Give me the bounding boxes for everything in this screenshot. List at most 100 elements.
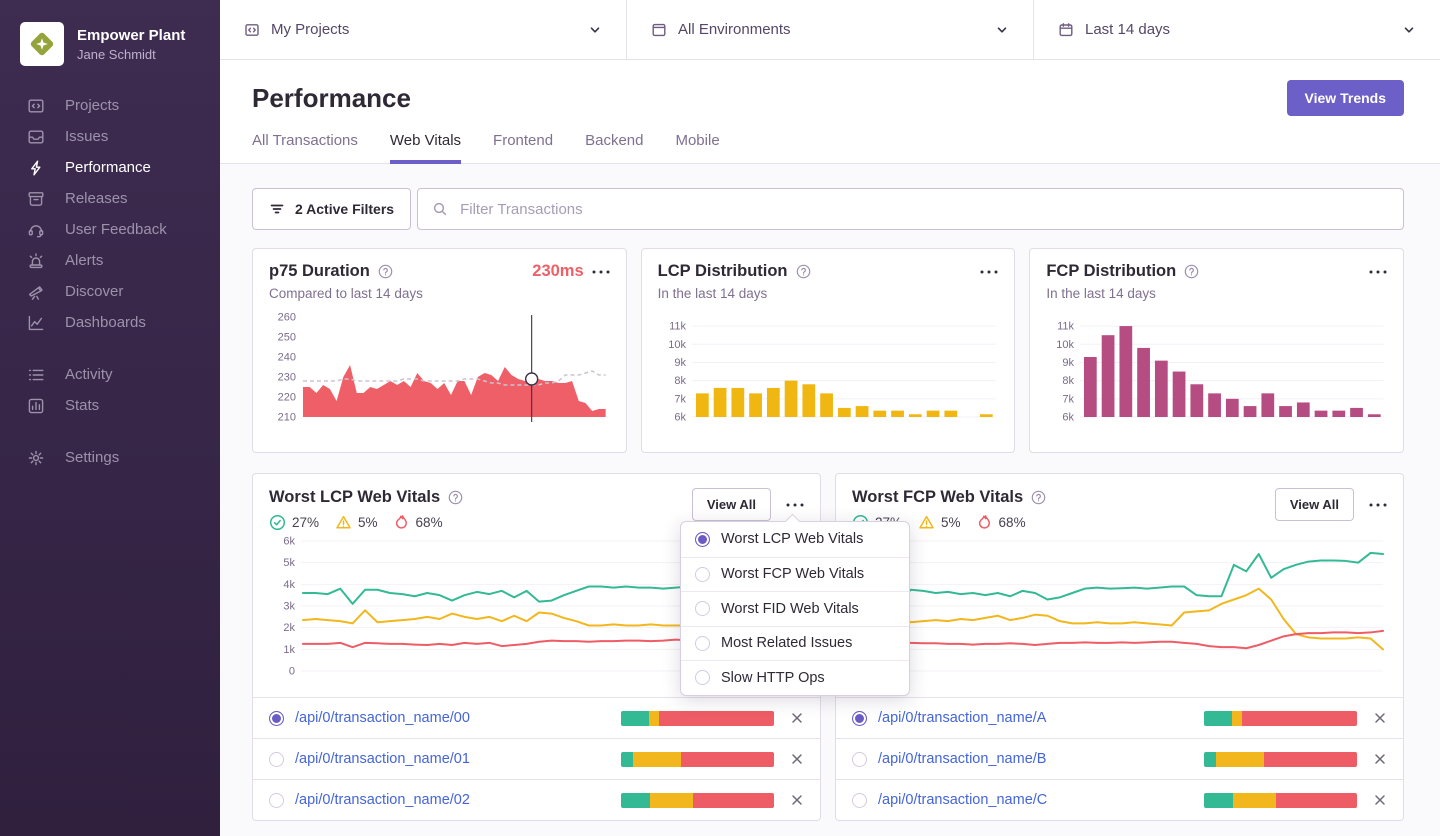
- sidebar-item-stats[interactable]: Stats: [0, 390, 220, 421]
- p75-duration-card: p75 Duration 230ms Compared to last 14 d…: [252, 248, 627, 453]
- svg-text:1k: 1k: [283, 644, 295, 656]
- menu-item-label: Slow HTTP Ops: [721, 669, 825, 686]
- svg-text:250: 250: [278, 331, 296, 343]
- transaction-radio[interactable]: [269, 710, 284, 726]
- summary-charts-row: p75 Duration 230ms Compared to last 14 d…: [252, 248, 1404, 453]
- transaction-link[interactable]: /api/0/transaction_name/01: [295, 751, 470, 767]
- worst-fcp-chart: 6k5k4k3k2k1k0: [866, 535, 1385, 678]
- vitals-breakdown-bar: [621, 751, 774, 767]
- card-title: p75 Duration: [269, 262, 370, 280]
- transaction-radio[interactable]: [852, 710, 867, 726]
- sidebar-item-dashboards[interactable]: Dashboards: [0, 307, 220, 338]
- menu-item-most-related-issues[interactable]: Most Related Issues: [681, 625, 909, 661]
- project-filter-label: My Projects: [271, 21, 350, 38]
- svg-text:10k: 10k: [1057, 339, 1075, 351]
- search-input[interactable]: [458, 199, 1389, 219]
- date-range-dropdown[interactable]: Last 14 days: [1033, 0, 1440, 59]
- stat-check-circle: 27%: [269, 514, 319, 531]
- sidebar-item-projects[interactable]: Projects: [0, 90, 220, 121]
- question-icon: [378, 264, 393, 279]
- view-trends-button[interactable]: View Trends: [1286, 80, 1404, 116]
- menu-item-worst-lcp-web-vitals[interactable]: Worst LCP Web Vitals: [681, 522, 909, 557]
- sidebar-item-activity[interactable]: Activity: [0, 359, 220, 390]
- card-menu-button[interactable]: [592, 266, 610, 278]
- transaction-link[interactable]: /api/0/transaction_name/B: [878, 751, 1046, 767]
- transaction-row: /api/0/transaction_name/00: [253, 697, 820, 738]
- sidebar-item-issues[interactable]: Issues: [0, 121, 220, 152]
- remove-transaction-icon[interactable]: [1373, 793, 1387, 807]
- tab-all-transactions[interactable]: All Transactions: [252, 132, 358, 164]
- transaction-list: /api/0/transaction_name/00/api/0/transac…: [253, 697, 820, 820]
- sidebar-item-alerts[interactable]: Alerts: [0, 245, 220, 276]
- svg-text:10k: 10k: [668, 339, 686, 351]
- svg-text:6k: 6k: [1063, 411, 1075, 423]
- sidebar-item-label: Discover: [65, 283, 124, 300]
- project-filter-dropdown[interactable]: My Projects: [220, 0, 626, 59]
- menu-item-slow-http-ops[interactable]: Slow HTTP Ops: [681, 660, 909, 695]
- user-name: Jane Schmidt: [77, 46, 156, 62]
- stat-value: 68%: [415, 515, 443, 530]
- transaction-link[interactable]: /api/0/transaction_name/C: [878, 792, 1047, 808]
- transaction-row: /api/0/transaction_name/C: [836, 779, 1403, 820]
- sidebar-item-performance[interactable]: Performance: [0, 152, 220, 183]
- sidebar-nav: Projects Issues Performance Releases User Fe…: [0, 90, 220, 473]
- tab-backend[interactable]: Backend: [585, 132, 643, 164]
- question-icon: [1184, 264, 1199, 279]
- view-all-button[interactable]: View All: [1274, 488, 1354, 521]
- org-switcher[interactable]: Empower Plant Jane Schmidt: [0, 18, 220, 90]
- svg-text:240: 240: [278, 351, 296, 363]
- transaction-row: /api/0/transaction_name/B: [836, 738, 1403, 779]
- org-name: Empower Plant: [77, 26, 186, 44]
- menu-item-radio: [695, 531, 710, 547]
- card-menu-button[interactable]: [980, 266, 998, 278]
- bar-segment-poor: [680, 751, 774, 767]
- vitals-breakdown-bar: [1204, 751, 1357, 767]
- global-filter-bar: My Projects All Environments Last 14 day…: [220, 0, 1440, 60]
- bar-segment-meh: [648, 710, 660, 726]
- card-menu-button[interactable]: [1369, 499, 1387, 511]
- transaction-link[interactable]: /api/0/transaction_name/A: [878, 710, 1046, 726]
- card-menu-button[interactable]: [786, 499, 804, 511]
- transaction-radio[interactable]: [852, 751, 867, 767]
- transaction-radio[interactable]: [269, 751, 284, 767]
- stat-warning-triangle: 5%: [335, 514, 378, 531]
- worst-fcp-card: Worst FCP Web Vitals 27%5%68% View All 6…: [835, 473, 1404, 821]
- fcp-distribution-chart: 11k 10k 9k 8k 7k 6k: [1057, 321, 1384, 424]
- remove-transaction-icon[interactable]: [790, 711, 804, 725]
- alerts-icon: [27, 252, 45, 270]
- svg-text:260: 260: [278, 311, 296, 323]
- nav-group: Settings: [0, 442, 220, 473]
- transaction-radio[interactable]: [852, 792, 867, 808]
- menu-item-worst-fid-web-vitals[interactable]: Worst FID Web Vitals: [681, 591, 909, 626]
- svg-text:8k: 8k: [1063, 375, 1075, 387]
- sidebar-item-settings[interactable]: Settings: [0, 442, 220, 473]
- transaction-link[interactable]: /api/0/transaction_name/02: [295, 792, 470, 808]
- card-menu-button[interactable]: [1369, 266, 1387, 278]
- svg-text:11k: 11k: [669, 321, 686, 333]
- activity-icon: [27, 366, 45, 384]
- active-filters-button[interactable]: 2 Active Filters: [252, 188, 412, 230]
- vitals-stats: 27% 5% 68%: [269, 514, 463, 531]
- chevron-down-icon: [588, 23, 602, 37]
- svg-text:7k: 7k: [1063, 393, 1075, 405]
- transaction-link[interactable]: /api/0/transaction_name/00: [295, 710, 470, 726]
- remove-transaction-icon[interactable]: [1373, 711, 1387, 725]
- tab-frontend[interactable]: Frontend: [493, 132, 553, 164]
- environment-filter-dropdown[interactable]: All Environments: [626, 0, 1033, 59]
- remove-transaction-icon[interactable]: [1373, 752, 1387, 766]
- bar-segment-poor: [1275, 792, 1357, 808]
- menu-item-label: Worst FCP Web Vitals: [721, 566, 865, 583]
- sidebar-item-releases[interactable]: Releases: [0, 183, 220, 214]
- warning-triangle-icon: [918, 514, 935, 531]
- sidebar-item-discover[interactable]: Discover: [0, 276, 220, 307]
- tab-mobile[interactable]: Mobile: [675, 132, 719, 164]
- question-icon: [1031, 490, 1046, 505]
- sidebar-item-user-feedback[interactable]: User Feedback: [0, 214, 220, 245]
- remove-transaction-icon[interactable]: [790, 752, 804, 766]
- bar-segment-good: [621, 792, 651, 808]
- remove-transaction-icon[interactable]: [790, 793, 804, 807]
- tab-web-vitals[interactable]: Web Vitals: [389, 132, 462, 164]
- transaction-radio[interactable]: [269, 792, 284, 808]
- menu-item-worst-fcp-web-vitals[interactable]: Worst FCP Web Vitals: [681, 556, 909, 592]
- view-all-button[interactable]: View All: [691, 488, 771, 521]
